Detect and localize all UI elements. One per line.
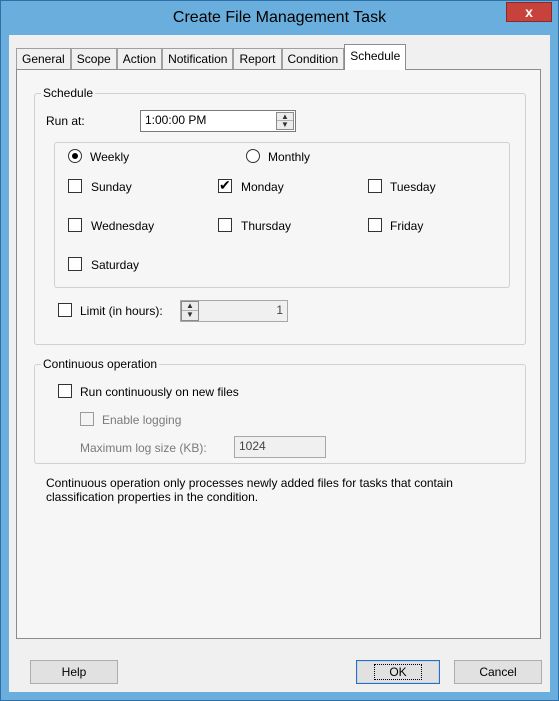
weekly-radio[interactable] bbox=[68, 149, 82, 163]
window-title: Create File Management Task bbox=[172, 9, 387, 26]
ok-button[interactable]: OK bbox=[356, 660, 440, 684]
enable-logging-checkbox[interactable] bbox=[80, 412, 94, 426]
monday-checkbox[interactable] bbox=[218, 177, 232, 194]
tab-strip: General Scope Action Notification Report… bbox=[16, 44, 407, 70]
run-at-spinner[interactable]: ▲ ▼ bbox=[276, 112, 294, 130]
spin-down-icon[interactable]: ▼ bbox=[182, 311, 198, 320]
tab-condition[interactable]: Condition bbox=[281, 48, 345, 70]
saturday-label: Saturday bbox=[91, 258, 140, 272]
schedule-group-label: Schedule bbox=[41, 86, 96, 100]
limit-hours-checkbox[interactable] bbox=[58, 303, 72, 317]
thursday-label: Thursday bbox=[241, 219, 292, 233]
run-at-label: Run at: bbox=[46, 114, 85, 128]
tab-scope[interactable]: Scope bbox=[70, 48, 117, 70]
max-log-size-input[interactable]: 1024 bbox=[234, 436, 326, 458]
continuous-operation-description: Continuous operation only processes newl… bbox=[46, 476, 453, 504]
monday-label: Monday bbox=[241, 180, 284, 194]
tab-report[interactable]: Report bbox=[233, 48, 282, 70]
thursday-checkbox[interactable] bbox=[218, 218, 232, 232]
close-button[interactable]: x bbox=[506, 2, 552, 22]
tab-notification[interactable]: Notification bbox=[162, 48, 234, 70]
wednesday-checkbox[interactable] bbox=[68, 218, 82, 232]
sunday-checkbox[interactable] bbox=[68, 179, 82, 193]
title-bar: Create File Management Task x bbox=[1, 1, 558, 35]
max-log-size-label: Maximum log size (KB): bbox=[80, 441, 207, 455]
wednesday-label: Wednesday bbox=[91, 219, 155, 233]
weekly-label: Weekly bbox=[90, 150, 130, 164]
monthly-label: Monthly bbox=[268, 150, 311, 164]
monthly-radio[interactable] bbox=[246, 149, 260, 163]
run-at-time-input[interactable]: 1:00:00 PM bbox=[140, 110, 296, 132]
run-continuously-label: Run continuously on new files bbox=[80, 385, 239, 399]
tab-action[interactable]: Action bbox=[116, 48, 163, 70]
help-button[interactable]: Help bbox=[30, 660, 118, 684]
limit-hours-label: Limit (in hours): bbox=[80, 304, 163, 318]
friday-label: Friday bbox=[390, 219, 424, 233]
tuesday-checkbox[interactable] bbox=[368, 179, 382, 193]
ok-button-label: OK bbox=[374, 664, 422, 680]
enable-logging-label: Enable logging bbox=[102, 413, 182, 427]
tab-schedule[interactable]: Schedule bbox=[344, 44, 407, 70]
tab-general[interactable]: General bbox=[16, 48, 71, 70]
sunday-label: Sunday bbox=[91, 180, 132, 194]
saturday-checkbox[interactable] bbox=[68, 257, 82, 271]
tuesday-label: Tuesday bbox=[390, 180, 436, 194]
continuous-group-label: Continuous operation bbox=[41, 357, 160, 371]
limit-hours-spinner[interactable]: ▲ ▼ bbox=[181, 301, 199, 321]
spin-down-icon[interactable]: ▼ bbox=[277, 121, 293, 129]
run-continuously-checkbox[interactable] bbox=[58, 384, 72, 398]
cancel-button[interactable]: Cancel bbox=[454, 660, 542, 684]
friday-checkbox[interactable] bbox=[368, 218, 382, 232]
